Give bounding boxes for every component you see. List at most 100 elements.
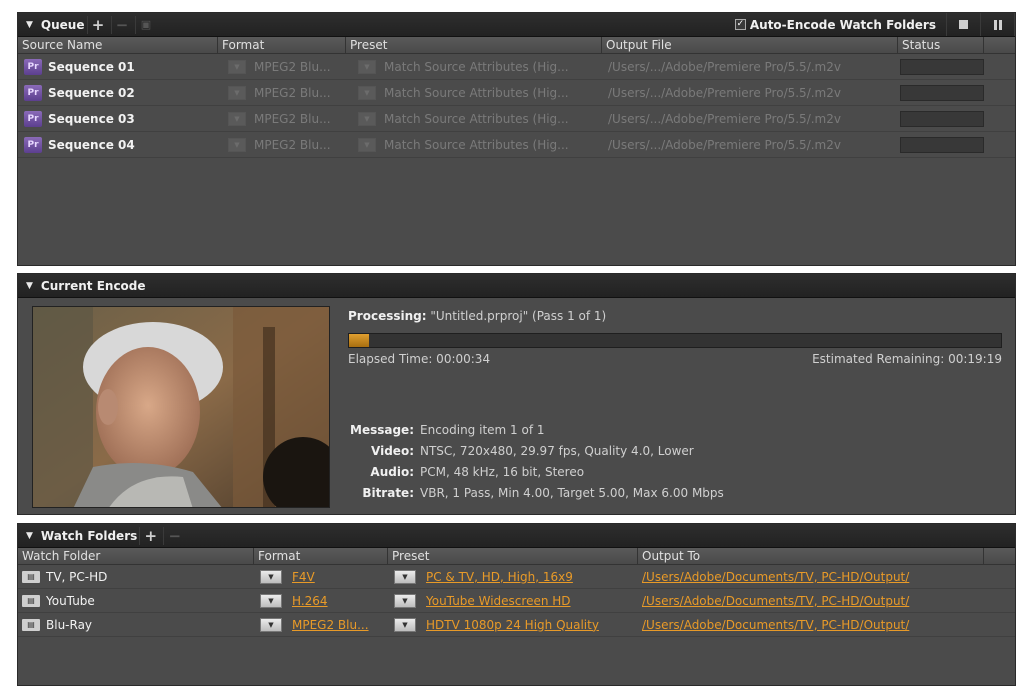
- current-encode-title-group: ▼ Current Encode: [26, 279, 146, 293]
- preset-dropdown-icon[interactable]: ▼: [358, 111, 376, 126]
- watch-folder-row[interactable]: ▤ Blu-Ray ▼ MPEG2 Blu... ▼ HDTV 1080p 24 Hi…: [18, 613, 1015, 637]
- premiere-icon: Pr: [24, 58, 42, 75]
- detail-label: Bitrate:: [362, 486, 414, 500]
- elapsed-time: Elapsed Time: 00:00:34: [348, 352, 491, 366]
- col-format[interactable]: Format: [218, 37, 346, 53]
- format-dropdown-icon[interactable]: ▼: [260, 569, 282, 584]
- preset-value[interactable]: Match Source Attributes (Hig...: [384, 112, 569, 126]
- collapse-triangle-icon[interactable]: ▼: [26, 20, 33, 30]
- preset-link[interactable]: PC & TV, HD, High, 16x9: [426, 570, 573, 584]
- collapse-triangle-icon[interactable]: ▼: [26, 531, 33, 541]
- source-name: Sequence 02: [48, 85, 135, 100]
- watch-folder-cell: ▤ YouTube: [18, 589, 254, 612]
- col-format[interactable]: Format: [254, 548, 388, 564]
- output-file-value[interactable]: /Users/.../Adobe/Premiere Pro/5.5/.m2v: [608, 86, 841, 100]
- duplicate-icon[interactable]: ▣: [134, 15, 157, 34]
- add-source-plus-icon[interactable]: +: [86, 15, 109, 34]
- preset-value[interactable]: Match Source Attributes (Hig...: [384, 86, 569, 100]
- output-file-value[interactable]: /Users/.../Adobe/Premiere Pro/5.5/.m2v: [608, 138, 841, 152]
- current-encode-panel: ▼ Current Encode Processing: "Untitled.p…: [17, 273, 1016, 515]
- col-output-to[interactable]: Output To: [638, 548, 984, 564]
- output-to-link[interactable]: /Users/Adobe/Documents/TV, PC-HD/Output/: [642, 594, 909, 608]
- queue-title: Queue: [40, 17, 85, 32]
- format-cell: ▼ F4V: [254, 565, 388, 588]
- current-encode-title: Current Encode: [40, 278, 146, 293]
- preset-value[interactable]: Match Source Attributes (Hig...: [384, 138, 569, 152]
- detail-value: NTSC, 720x480, 29.97 fps, Quality 4.0, L…: [420, 444, 694, 458]
- watch-folder-cell: ▤ Blu-Ray: [18, 613, 254, 636]
- pause-queue-button[interactable]: [981, 13, 1015, 36]
- col-watch-folder[interactable]: Watch Folder: [18, 548, 254, 564]
- time-row: Elapsed Time: 00:00:34 Estimated Remaini…: [348, 352, 1002, 366]
- format-value[interactable]: MPEG2 Blu...: [254, 60, 331, 74]
- status-cell: [898, 132, 984, 157]
- preset-link[interactable]: YouTube Widescreen HD: [426, 594, 571, 608]
- watch-folders-panel: ▼ Watch Folders + − Watch Folder Format …: [17, 523, 1016, 686]
- format-dropdown-icon[interactable]: ▼: [228, 59, 246, 74]
- add-watch-folder-plus-icon[interactable]: +: [139, 526, 161, 545]
- preset-cell: ▼ HDTV 1080p 24 High Quality: [388, 613, 638, 636]
- detail-label: Audio:: [370, 465, 414, 479]
- output-to-link[interactable]: /Users/Adobe/Documents/TV, PC-HD/Output/: [642, 570, 909, 584]
- premiere-icon: Pr: [24, 136, 42, 153]
- format-cell: ▼ MPEG2 Blu...: [218, 106, 346, 131]
- collapse-triangle-icon[interactable]: ▼: [26, 281, 33, 291]
- watch-folders-title: Watch Folders: [40, 528, 138, 543]
- output-cell: /Users/Adobe/Documents/TV, PC-HD/Output/: [638, 613, 984, 636]
- preset-dropdown-icon[interactable]: ▼: [358, 137, 376, 152]
- preset-cell: ▼ Match Source Attributes (Hig...: [346, 80, 602, 105]
- preset-dropdown-icon[interactable]: ▼: [394, 593, 416, 608]
- format-link[interactable]: H.264: [292, 594, 328, 608]
- output-file-value[interactable]: /Users/.../Adobe/Premiere Pro/5.5/.m2v: [608, 60, 841, 74]
- col-output-file[interactable]: Output File: [602, 37, 898, 53]
- col-source-name[interactable]: Source Name: [18, 37, 218, 53]
- format-dropdown-icon[interactable]: ▼: [260, 593, 282, 608]
- format-link[interactable]: F4V: [292, 570, 315, 584]
- preset-dropdown-icon[interactable]: ▼: [394, 617, 416, 632]
- preset-link[interactable]: HDTV 1080p 24 High Quality: [426, 618, 599, 632]
- remove-watch-folder-minus-icon[interactable]: −: [163, 526, 185, 545]
- auto-encode-checkbox[interactable]: ✓: [734, 19, 746, 30]
- format-dropdown-icon[interactable]: ▼: [260, 617, 282, 632]
- format-value[interactable]: MPEG2 Blu...: [254, 112, 331, 126]
- format-link[interactable]: MPEG2 Blu...: [292, 618, 369, 632]
- queue-row[interactable]: Pr Sequence 04 ▼ MPEG2 Blu... ▼ Match Sourc…: [18, 132, 1015, 158]
- format-value[interactable]: MPEG2 Blu...: [254, 86, 331, 100]
- preset-dropdown-icon[interactable]: ▼: [358, 59, 376, 74]
- detail-row-video: Video: NTSC, 720x480, 29.97 fps, Quality …: [348, 441, 1008, 462]
- watch-folder-row[interactable]: ▤ TV, PC-HD ▼ F4V ▼ PC & TV, HD, High, 16x9…: [18, 565, 1015, 589]
- stop-queue-button[interactable]: [947, 13, 981, 36]
- format-value[interactable]: MPEG2 Blu...: [254, 138, 331, 152]
- estimated-remaining: Estimated Remaining: 00:19:19: [812, 352, 1002, 366]
- preset-dropdown-icon[interactable]: ▼: [394, 569, 416, 584]
- format-dropdown-icon[interactable]: ▼: [228, 111, 246, 126]
- format-dropdown-icon[interactable]: ▼: [228, 137, 246, 152]
- col-status[interactable]: Status: [898, 37, 984, 53]
- output-to-link[interactable]: /Users/Adobe/Documents/TV, PC-HD/Output/: [642, 618, 909, 632]
- col-preset[interactable]: Preset: [346, 37, 602, 53]
- col-preset[interactable]: Preset: [388, 548, 638, 564]
- queue-header: ▼ Queue + − ▣ ✓ Auto-Encode Watch Folder…: [18, 13, 1015, 37]
- current-encode-header: ▼ Current Encode: [18, 274, 1015, 298]
- queue-row[interactable]: Pr Sequence 01 ▼ MPEG2 Blu... ▼ Match Sourc…: [18, 54, 1015, 80]
- auto-encode-toggle[interactable]: ✓ Auto-Encode Watch Folders: [725, 13, 947, 36]
- queue-row[interactable]: Pr Sequence 02 ▼ MPEG2 Blu... ▼ Match Sourc…: [18, 80, 1015, 106]
- preset-cell: ▼ Match Source Attributes (Hig...: [346, 132, 602, 157]
- format-cell: ▼ MPEG2 Blu...: [254, 613, 388, 636]
- watch-folders-column-header: Watch Folder Format Preset Output To: [18, 548, 1015, 565]
- output-file-value[interactable]: /Users/.../Adobe/Premiere Pro/5.5/.m2v: [608, 112, 841, 126]
- folder-icon: ▤: [22, 594, 40, 607]
- encode-preview-thumbnail: [32, 306, 330, 508]
- format-dropdown-icon[interactable]: ▼: [228, 85, 246, 100]
- source-name: Sequence 01: [48, 59, 135, 74]
- status-progress-bar: [900, 110, 984, 127]
- preset-value[interactable]: Match Source Attributes (Hig...: [384, 60, 569, 74]
- preset-dropdown-icon[interactable]: ▼: [358, 85, 376, 100]
- queue-row[interactable]: Pr Sequence 03 ▼ MPEG2 Blu... ▼ Match Sourc…: [18, 106, 1015, 132]
- watch-folder-row[interactable]: ▤ YouTube ▼ H.264 ▼ YouTube Widescreen HD /…: [18, 589, 1015, 613]
- encode-details: Message: Encoding item 1 of 1 Video: NTSC,…: [348, 420, 1008, 504]
- remove-source-minus-icon[interactable]: −: [110, 15, 133, 34]
- encode-progress-fill: [349, 334, 369, 347]
- pause-icon: [993, 19, 1002, 30]
- status-cell: [898, 106, 984, 131]
